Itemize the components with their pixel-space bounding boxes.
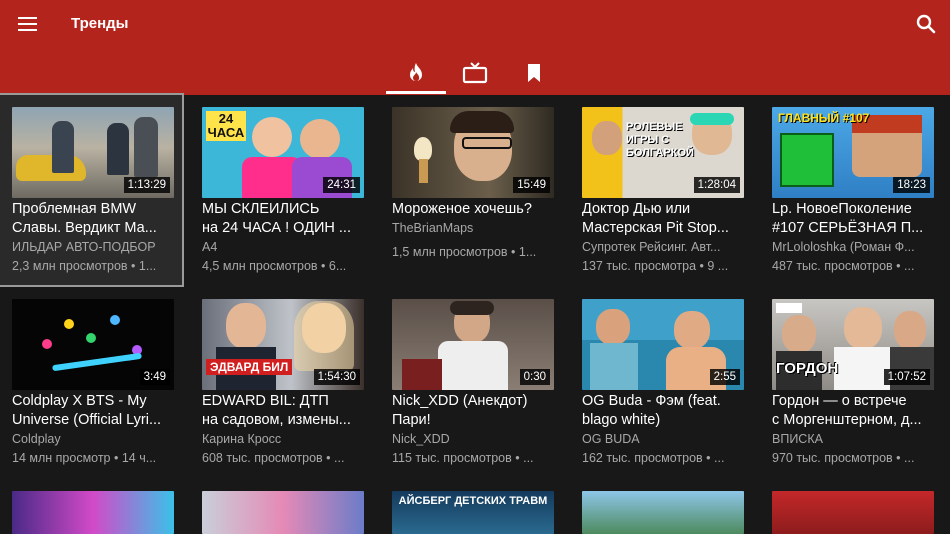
video-meta: 487 тыс. просмотров • ... [772, 259, 915, 273]
video-card[interactable]: 0:30 Nick_XDD (Анекдот) Пари! Nick_XDD 11… [380, 287, 562, 477]
video-grid: 1:13:29 Проблемная BMW Славы. Вердикт Ма.… [0, 93, 950, 534]
video-title: Доктор Дью или Мастерская Pit Stop... [582, 201, 729, 236]
video-thumbnail: 24 ЧАСА 24:31 [202, 107, 364, 198]
duration-badge: 3:49 [139, 369, 170, 385]
channel-name: Nick_XDD [392, 432, 450, 446]
video-card[interactable]: ГЛАВНЫЙ #107 18:23 Lp. НовоеПоколение #10… [760, 95, 942, 285]
video-meta: 137 тыс. просмотра • 9 ... [582, 259, 729, 273]
thumbnail-caption: 24 ЧАСА [206, 111, 246, 141]
duration-badge: 2:55 [709, 369, 740, 385]
video-card[interactable] [570, 479, 752, 534]
tab-subscriptions[interactable] [445, 55, 505, 95]
video-card[interactable]: 1:13:29 Проблемная BMW Славы. Вердикт Ма.… [0, 93, 184, 287]
bookmark-icon [528, 64, 540, 82]
channel-name: A4 [202, 240, 218, 254]
video-title: OG Buda - Фэм (feat. blago white) [582, 393, 721, 428]
tab-trending[interactable] [386, 55, 446, 95]
video-thumbnail: 2:55 [582, 299, 744, 390]
video-card[interactable] [0, 479, 182, 534]
video-thumbnail: ГОРДОН 1:07:52 [772, 299, 934, 390]
video-card[interactable]: ЭДВАРД БИЛ 1:54:30 EDWARD BIL: ДТП на сад… [190, 287, 372, 477]
video-meta: 162 тыс. просмотров • ... [582, 451, 725, 465]
channel-name: MrLololoshka (Роман Ф... [772, 240, 915, 254]
channel-name: Coldplay [12, 432, 61, 446]
app-bar: Тренды [0, 0, 950, 95]
video-thumbnail: ЭДВАРД БИЛ 1:54:30 [202, 299, 364, 390]
video-card[interactable]: 3:49 Coldplay X BTS - My Universe (Offici… [0, 287, 182, 477]
video-meta: 14 млн просмотр • 14 ч... [12, 451, 157, 465]
tab-library[interactable] [504, 55, 564, 95]
channel-name: ВПИСКА [772, 432, 823, 446]
page-title: Тренды [71, 15, 129, 32]
video-title: Lp. НовоеПоколение #107 СЕРЬЁЗНАЯ П... [772, 201, 924, 236]
video-card[interactable]: 15:49 Мороженое хочешь? TheBrianMaps 1,5… [380, 95, 562, 285]
duration-badge: 18:23 [893, 177, 930, 193]
video-title: EDWARD BIL: ДТП на садовом, измены... [202, 393, 351, 428]
video-meta: 115 тыс. просмотров • ... [392, 451, 534, 465]
video-thumbnail [582, 491, 744, 534]
video-card[interactable]: РОЛЕВЫЕ ИГРЫ С БОЛГАРКОЙ 1:28:04 Доктор … [570, 95, 752, 285]
video-card[interactable] [190, 479, 372, 534]
video-thumbnail: 15:49 [392, 107, 554, 198]
video-thumbnail: ГЛАВНЫЙ #107 18:23 [772, 107, 934, 198]
channel-name: TheBrianMaps [392, 221, 474, 235]
tv-icon [462, 62, 488, 84]
video-title: Мороженое хочешь? [392, 201, 532, 217]
duration-badge: 1:28:04 [693, 177, 740, 193]
search-icon[interactable] [912, 10, 940, 38]
video-card[interactable]: 2:55 OG Buda - Фэм (feat. blago white) OG… [570, 287, 752, 477]
video-meta: 608 тыс. просмотров • ... [202, 451, 345, 465]
video-thumbnail [12, 491, 174, 534]
video-meta: 2,3 млн просмотров • 1... [12, 259, 157, 273]
thumbnail-caption: ГЛАВНЫЙ #107 [778, 111, 870, 125]
video-thumbnail: РОЛЕВЫЕ ИГРЫ С БОЛГАРКОЙ 1:28:04 [582, 107, 744, 198]
thumbnail-caption: ЭДВАРД БИЛ [206, 359, 293, 375]
channel-name: ИЛЬДАР АВТО-ПОДБОР [12, 240, 156, 254]
thumbnail-caption: ГОРДОН [776, 360, 839, 377]
thumbnail-caption: АЙСБЕРГ ДЕТСКИХ ТРАВМ [398, 495, 548, 507]
channel-name: Супротек Рейсинг. Авт... [582, 240, 721, 254]
video-meta: 4,5 млн просмотров • 6... [202, 259, 347, 273]
video-title: Проблемная BMW Славы. Вердикт Ма... [12, 201, 157, 236]
duration-badge: 0:30 [519, 369, 550, 385]
duration-badge: 1:54:30 [313, 369, 360, 385]
duration-badge: 1:13:29 [123, 177, 170, 193]
duration-badge: 1:07:52 [883, 369, 930, 385]
video-meta: 970 тыс. просмотров • ... [772, 451, 915, 465]
video-card[interactable]: АЙСБЕРГ ДЕТСКИХ ТРАВМ [380, 479, 562, 534]
video-meta: 1,5 млн просмотров • 1... [392, 245, 537, 259]
video-thumbnail: 1:13:29 [12, 107, 174, 198]
video-title: Nick_XDD (Анекдот) Пари! [392, 393, 528, 428]
video-card[interactable] [760, 479, 942, 534]
video-card[interactable]: 24 ЧАСА 24:31 МЫ СКЛЕИЛИСЬ на 24 ЧАСА ! О… [190, 95, 372, 285]
video-thumbnail: АЙСБЕРГ ДЕТСКИХ ТРАВМ [392, 491, 554, 534]
duration-badge: 15:49 [513, 177, 550, 193]
thumbnail-caption: РОЛЕВЫЕ ИГРЫ С БОЛГАРКОЙ [626, 121, 694, 159]
fire-icon [410, 63, 422, 82]
tab-bar [0, 55, 950, 95]
video-title: МЫ СКЛЕИЛИСЬ на 24 ЧАСА ! ОДИН ... [202, 201, 351, 236]
duration-badge: 24:31 [323, 177, 360, 193]
channel-name: OG BUDA [582, 432, 640, 446]
video-thumbnail [772, 491, 934, 534]
channel-name: Карина Кросс [202, 432, 282, 446]
video-title: Coldplay X BTS - My Universe (Official Ly… [12, 393, 162, 428]
video-thumbnail: 0:30 [392, 299, 554, 390]
channel-logo [776, 303, 802, 313]
menu-icon[interactable] [14, 10, 42, 38]
video-thumbnail: 3:49 [12, 299, 174, 390]
video-thumbnail [202, 491, 364, 534]
video-title: Гордон — о встрече с Моргенштерном, д... [772, 393, 922, 428]
video-card[interactable]: ГОРДОН 1:07:52 Гордон — о встрече с Морге… [760, 287, 942, 477]
